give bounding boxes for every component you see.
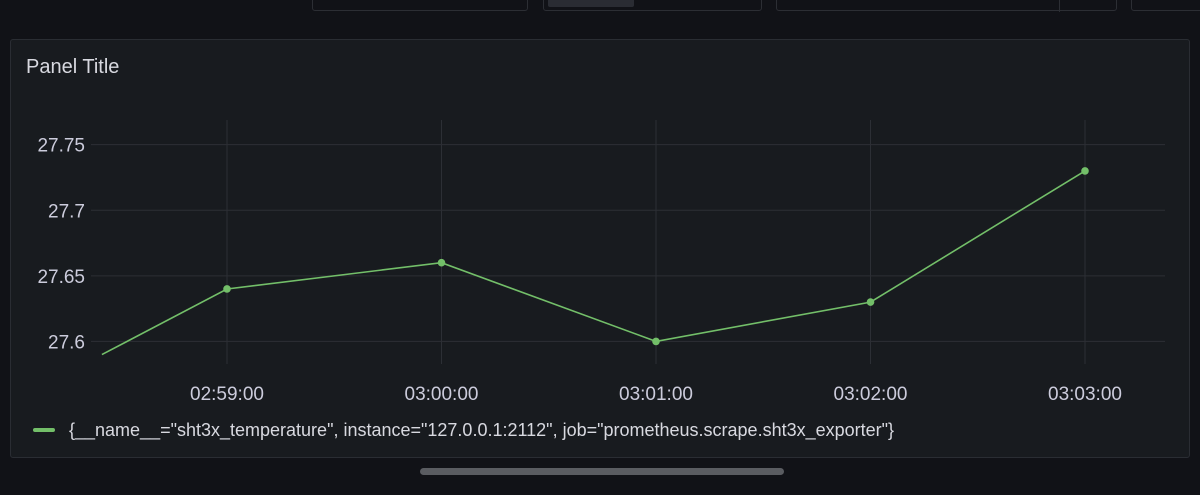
toolbar-refresh-button[interactable]: [1131, 0, 1200, 11]
data-point: [866, 298, 875, 306]
data-point: [437, 258, 446, 267]
y-grid: [91, 144, 1165, 342]
legend[interactable]: {__name__="sht3x_temperature", instance=…: [33, 419, 894, 441]
time-series-chart: 27.6 27.65 27.7 27.75 02:59:00 03:00:00 03:01…: [37, 120, 1165, 405]
y-tick-label: 27.65: [37, 267, 85, 288]
x-tick-label: 03:01:00: [619, 384, 693, 405]
y-axis: 27.6 27.65 27.7 27.75: [37, 136, 85, 354]
data-point: [652, 337, 660, 346]
x-tick-label: 03:03:00: [1048, 384, 1122, 405]
toolbar-divider: [1059, 0, 1060, 12]
panel: Panel Title 27.6 27.65 27.7 27.75 02:59:00 0…: [10, 39, 1190, 458]
horizontal-scrollbar[interactable]: [420, 468, 784, 475]
x-axis: 02:59:00 03:00:00 03:01:00 03:02:00 03:03:00: [190, 384, 1122, 405]
toolbar-dropdown[interactable]: [312, 0, 528, 11]
legend-swatch: [33, 428, 55, 432]
series-line: [101, 170, 1086, 356]
y-tick-label: 27.7: [48, 201, 85, 222]
data-point: [223, 285, 231, 293]
y-tick-label: 27.6: [48, 332, 85, 353]
toolbar-view-toggle-active[interactable]: [548, 0, 634, 7]
top-toolbar: [0, 0, 1200, 14]
toolbar-view-toggle[interactable]: [543, 0, 762, 11]
x-tick-label: 03:00:00: [405, 384, 479, 405]
legend-series-label[interactable]: {__name__="sht3x_temperature", instance=…: [69, 420, 894, 441]
x-tick-label: 03:02:00: [834, 384, 908, 405]
data-point: [1081, 167, 1089, 175]
x-grid: [226, 120, 1086, 364]
x-tick-label: 02:59:00: [190, 384, 264, 405]
toolbar-time-picker[interactable]: [776, 0, 1117, 12]
y-tick-label: 27.75: [37, 136, 85, 157]
